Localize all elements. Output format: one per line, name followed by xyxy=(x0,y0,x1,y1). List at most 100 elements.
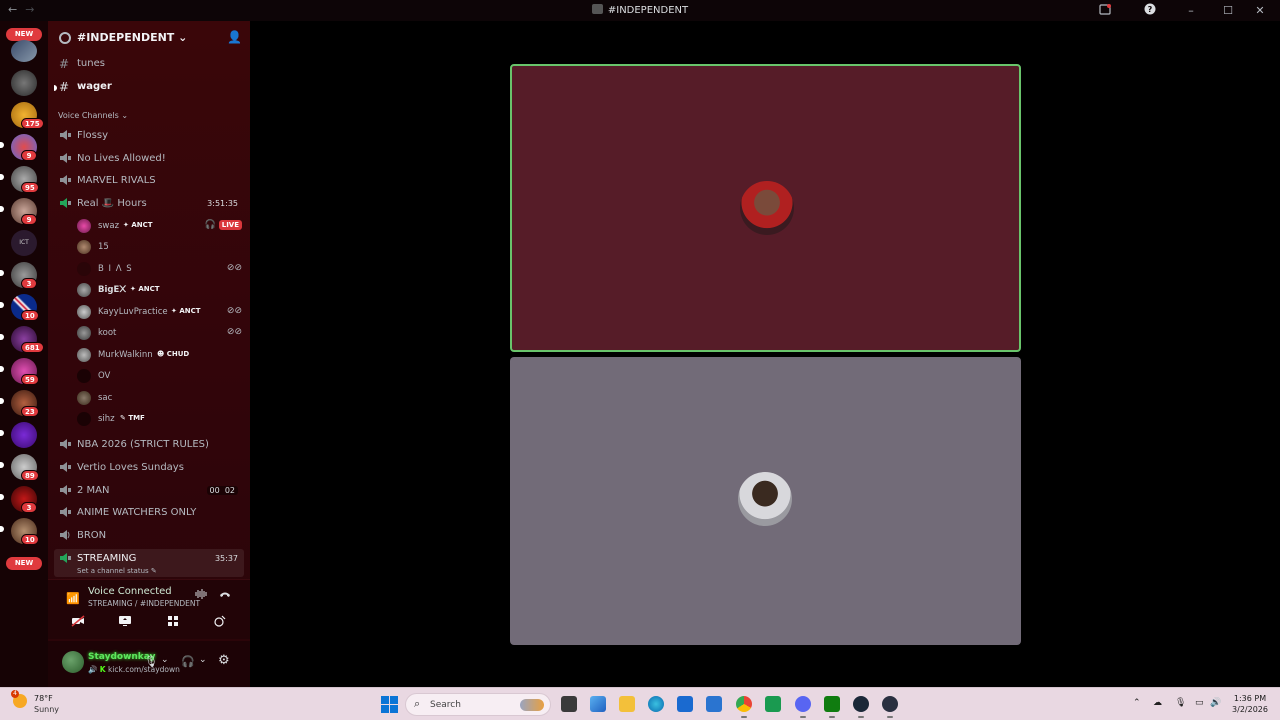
store-app-icon[interactable] xyxy=(590,696,606,712)
participant-tile[interactable] xyxy=(510,357,1021,645)
channel-status-text: Set a channel status xyxy=(77,567,149,575)
username: 15 xyxy=(98,242,109,252)
rail-badge: 175 xyxy=(21,118,44,129)
channel-name: Real 🎩 Hours xyxy=(77,198,147,209)
forward-arrow-icon[interactable]: → xyxy=(25,3,34,16)
discord-icon[interactable] xyxy=(795,696,811,718)
outlook-icon[interactable] xyxy=(706,696,722,712)
voice-user[interactable]: koot ⊘⊘ xyxy=(77,323,242,343)
voice-channel-anime[interactable]: ANIME WATCHERS ONLY xyxy=(54,503,244,523)
game-app-icon[interactable] xyxy=(765,696,781,712)
taskbar-search[interactable]: ⌕ Search xyxy=(405,693,551,716)
chevron-down-icon[interactable]: ⌄ xyxy=(161,655,169,665)
steam-alt-icon[interactable] xyxy=(882,696,898,718)
voice-channel-real-hours[interactable]: Real 🎩 Hours 3:51:35 xyxy=(54,194,244,214)
voice-channel-no-lives[interactable]: No Lives Allowed! xyxy=(54,149,244,169)
microphone-icon[interactable]: 🎙 xyxy=(144,655,158,668)
voice-user[interactable]: 15 xyxy=(77,237,242,257)
edge-icon[interactable] xyxy=(648,696,664,712)
rail-badge: 3 xyxy=(21,502,37,513)
unread-indicator xyxy=(54,85,57,91)
speaker-icon xyxy=(60,530,70,540)
headphones-icon[interactable]: 🎧 xyxy=(181,655,195,668)
voice-user[interactable]: swaz ✦ ANCT 🎧 LIVE xyxy=(77,216,242,236)
voice-channel-bron[interactable]: BRON xyxy=(54,526,244,546)
channel-status[interactable]: Set a channel status ✎ xyxy=(77,567,157,575)
maximize-icon[interactable]: ☐ xyxy=(1216,4,1240,17)
display-tray-icon[interactable]: ▭ xyxy=(1195,698,1204,708)
user-tag: ✎ TMF xyxy=(120,414,145,422)
voice-channel-streaming[interactable]: STREAMING 35:37 Set a channel status ✎ xyxy=(54,549,244,577)
file-explorer-icon[interactable] xyxy=(619,696,635,712)
voice-user[interactable]: BigE᙭ ✦ ANCT xyxy=(77,280,242,300)
username: BigE᙭ xyxy=(98,285,127,295)
task-view-icon[interactable] xyxy=(561,696,577,712)
chrome-icon[interactable] xyxy=(736,696,752,718)
speaker-active-icon xyxy=(60,198,71,208)
user-tag-text: ANCT xyxy=(131,221,153,229)
voice-stage xyxy=(250,21,1280,687)
minimize-icon[interactable]: – xyxy=(1166,4,1216,17)
new-badge: NEW xyxy=(6,557,42,570)
weather-temp[interactable]: 78°F xyxy=(34,694,53,703)
windows-start-icon[interactable] xyxy=(381,696,398,713)
invite-user-icon[interactable]: 👤 xyxy=(227,30,242,44)
noise-suppression-icon[interactable] xyxy=(192,588,210,606)
microsoft-store-icon[interactable] xyxy=(677,696,693,712)
xbox-icon[interactable] xyxy=(824,696,840,718)
channel-name: Vertio Loves Sundays xyxy=(77,462,184,473)
search-placeholder: Search xyxy=(430,700,461,710)
voice-channels-category[interactable]: Voice Channels ⌄ xyxy=(58,111,128,120)
channel-name: Flossy xyxy=(77,130,108,141)
server-header[interactable]: #INDEPENDENT ⌄ 👤 xyxy=(48,27,250,49)
svg-text:?: ? xyxy=(1148,5,1153,14)
weather-condition: Sunny xyxy=(34,705,60,714)
server-icon-7[interactable]: ICT xyxy=(11,230,37,256)
voice-status-channel[interactable]: STREAMING / #INDEPENDENT xyxy=(88,599,200,608)
help-icon[interactable]: ? xyxy=(1134,3,1166,18)
live-badge[interactable]: LIVE xyxy=(218,220,242,230)
close-icon[interactable]: ✕ xyxy=(1240,4,1280,17)
camera-off-icon[interactable] xyxy=(59,614,97,634)
settings-gear-icon[interactable]: ⚙ xyxy=(218,653,230,668)
server-name[interactable]: #INDEPENDENT ⌄ xyxy=(77,31,187,44)
voice-channel-marvel[interactable]: MARVEL RIVALS xyxy=(54,171,244,191)
user-avatar[interactable] xyxy=(62,651,84,673)
server-icon-2[interactable] xyxy=(11,70,37,96)
inbox-icon[interactable] xyxy=(1076,3,1134,18)
voice-user[interactable]: MurkWalkinn ☻ CHUD xyxy=(77,345,242,365)
activities-icon[interactable] xyxy=(154,614,192,634)
voice-user[interactable]: KayyLuvPractice ✦ ANCT ⊘⊘ xyxy=(77,302,242,322)
chevron-down-icon[interactable]: ⌄ xyxy=(199,655,207,665)
volume-icon[interactable]: 🔊 xyxy=(1210,698,1221,708)
steam-icon[interactable] xyxy=(853,696,869,718)
show-hidden-icons[interactable]: ⌃ xyxy=(1133,698,1141,708)
disconnect-icon[interactable] xyxy=(216,588,234,606)
voice-user[interactable]: OV xyxy=(77,366,242,386)
cloud-icon[interactable]: ☁ xyxy=(1153,698,1162,708)
channel-wager[interactable]: # wager xyxy=(54,77,244,97)
signal-icon[interactable]: 📶 xyxy=(66,592,80,605)
server-rail: NEW 175 9 95 9 ICT 3 10 681 59 23 89 3 1… xyxy=(0,21,48,687)
channel-tunes[interactable]: # tunes xyxy=(54,54,244,74)
voice-channel-flossy[interactable]: Flossy xyxy=(54,126,244,146)
voice-channel-2-man[interactable]: 2 MAN 00 02 xyxy=(54,481,244,501)
soundboard-icon[interactable] xyxy=(201,614,239,634)
voice-user[interactable]: sac xyxy=(77,388,242,408)
voice-user[interactable]: sihz ✎ TMF xyxy=(77,409,242,429)
participant-tile-speaking[interactable] xyxy=(510,64,1021,352)
category-label: Voice Channels xyxy=(58,111,119,120)
back-arrow-icon[interactable]: ← xyxy=(8,3,17,16)
rail-badge: 9 xyxy=(21,150,37,161)
server-boost-icon xyxy=(59,32,71,44)
rail-badge: 10 xyxy=(21,310,39,321)
voice-channel-vertio[interactable]: Vertio Loves Sundays xyxy=(54,458,244,478)
server-icon-13[interactable] xyxy=(11,422,37,448)
screen-share-icon[interactable] xyxy=(106,614,144,634)
avatar xyxy=(77,240,91,254)
voice-channel-nba[interactable]: NBA 2026 (STRICT RULES) xyxy=(54,435,244,455)
server-icon-1[interactable] xyxy=(11,40,37,62)
mic-tray-icon[interactable]: 🎙 xyxy=(1175,698,1186,708)
voice-user[interactable]: B I Λ S ⊘⊘ xyxy=(77,259,242,279)
clock[interactable]: 1:36 PM 3/2/2026 xyxy=(1227,693,1273,715)
